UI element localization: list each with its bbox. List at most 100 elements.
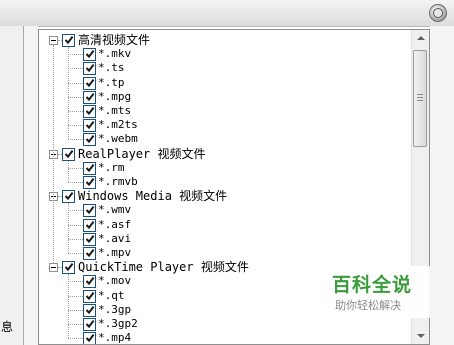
left-panel: 息 [0, 26, 24, 345]
tree-item-row[interactable]: *.wmv [39, 203, 411, 218]
tree-connector [68, 238, 83, 240]
tree-connector [68, 47, 69, 140]
checkmark-icon [85, 291, 95, 300]
close-button[interactable] [429, 4, 447, 22]
tree-connector [68, 111, 83, 112]
item-checkbox[interactable] [83, 176, 96, 189]
scroll-down-button[interactable] [412, 327, 429, 344]
checkmark-icon [85, 220, 95, 229]
item-checkbox[interactable] [83, 218, 96, 232]
left-panel-label: 息 [1, 320, 14, 334]
watermark: 百科全说 助你轻松解决 [320, 266, 430, 318]
tree-item-row[interactable]: *.ts [39, 61, 411, 76]
item-checkbox[interactable] [83, 318, 96, 331]
checkmark-icon [85, 92, 95, 101]
group-checkbox[interactable] [62, 34, 75, 47]
file-extension-label: *.mpg [98, 89, 132, 103]
tree-connector [68, 309, 83, 311]
file-extension-label: *.mov [98, 274, 132, 288]
tree-item-row[interactable]: *.mp4 [39, 331, 411, 345]
tree-item-row[interactable]: *.webm [39, 132, 411, 147]
tree-connector [68, 54, 83, 56]
tree-item-row[interactable]: *.asf [39, 218, 411, 232]
checkmark-icon [64, 35, 74, 45]
tree-group-row[interactable]: RealPlayer 视频文件 [39, 147, 411, 161]
group-checkbox[interactable] [62, 261, 75, 275]
tree-item-row[interactable]: *.3gp2 [39, 317, 411, 331]
file-extension-label: *.rmvb [98, 175, 138, 188]
panel-gap [24, 26, 38, 345]
checkmark-icon [85, 64, 95, 73]
tree-item-row[interactable]: *.mpg [39, 90, 411, 104]
checkmark-icon [64, 263, 74, 272]
group-checkbox[interactable] [62, 190, 75, 204]
tree-item-row[interactable]: *.avi [39, 232, 411, 246]
item-checkbox[interactable] [83, 289, 96, 303]
tree-item-row[interactable]: *.mts [39, 104, 411, 118]
item-checkbox[interactable] [83, 62, 96, 76]
tree-item-row[interactable]: *.mkv [39, 47, 411, 62]
checkmark-icon [85, 163, 95, 172]
file-extension-label: *.3gp2 [98, 317, 138, 330]
item-checkbox[interactable] [83, 161, 96, 175]
item-checkbox[interactable] [83, 105, 96, 118]
item-checkbox[interactable] [83, 275, 96, 289]
scroll-thumb[interactable] [413, 50, 427, 147]
minus-box-icon[interactable] [49, 263, 58, 273]
group-label: 高清视频文件 [78, 33, 151, 47]
file-extension-label: *.m2ts [98, 118, 138, 132]
tree-connector [68, 338, 83, 340]
watermark-title: 百科全说 [332, 274, 413, 296]
file-extension-label: *.3gp [98, 302, 132, 316]
item-checkbox[interactable] [83, 90, 96, 104]
group-checkbox[interactable] [62, 147, 75, 161]
tree-group-row[interactable]: Windows Media 视频文件 [39, 189, 411, 204]
file-extension-label: *.ts [98, 61, 125, 75]
checkmark-icon [64, 149, 74, 158]
group-label: RealPlayer 视频文件 [78, 146, 206, 161]
tree-connector [68, 160, 69, 182]
tree-item-row[interactable]: *.rmvb [39, 175, 411, 189]
tree-connector [68, 68, 83, 70]
checkmark-icon [85, 248, 95, 258]
item-checkbox[interactable] [83, 76, 96, 90]
item-checkbox[interactable] [83, 247, 96, 260]
tree-item-row[interactable]: *.tp [39, 76, 411, 90]
item-checkbox[interactable] [83, 303, 96, 317]
file-extension-label: *.mp4 [98, 331, 132, 345]
checkmark-icon [85, 277, 95, 286]
item-checkbox[interactable] [83, 119, 96, 133]
checkmark-icon [85, 106, 95, 116]
tree-connector [68, 224, 83, 226]
scroll-up-button[interactable] [412, 30, 429, 47]
tree-connector [68, 274, 69, 339]
file-extension-label: *.mpv [98, 246, 132, 259]
checkmark-icon [85, 78, 95, 87]
file-extension-label: *.rm [98, 160, 125, 174]
item-checkbox[interactable] [83, 332, 96, 344]
checkmark-icon [85, 50, 95, 59]
item-checkbox[interactable] [83, 48, 96, 62]
minus-box-icon[interactable] [49, 36, 58, 45]
tree-connector [68, 96, 83, 98]
tree-item-row[interactable]: *.mpv [39, 246, 411, 260]
app-window: 息 高清视频文件 *.mkv *.ts *.tp *.mpg *.mts *.m2ts *.w… [0, 0, 454, 345]
tree-connector [68, 82, 83, 84]
tree-connector [68, 295, 83, 297]
checkmark-icon [85, 319, 95, 329]
tree-group-row[interactable]: 高清视频文件 [39, 33, 411, 47]
item-checkbox[interactable] [83, 204, 96, 218]
item-checkbox[interactable] [83, 232, 96, 246]
tree-item-row[interactable]: *.m2ts [39, 118, 411, 133]
watermark-subtitle: 助你轻松解决 [335, 299, 401, 312]
checkmark-icon [85, 121, 95, 130]
file-extension-label: *.wmv [98, 203, 132, 217]
tree-connector [68, 324, 83, 325]
tree-connector [68, 210, 83, 212]
tree-connector [68, 139, 83, 141]
file-extension-label: *.mts [98, 104, 132, 117]
tree-item-row[interactable]: *.rm [39, 161, 411, 175]
item-checkbox[interactable] [83, 133, 96, 147]
tree-connector [68, 253, 83, 254]
checkmark-icon [85, 305, 95, 314]
